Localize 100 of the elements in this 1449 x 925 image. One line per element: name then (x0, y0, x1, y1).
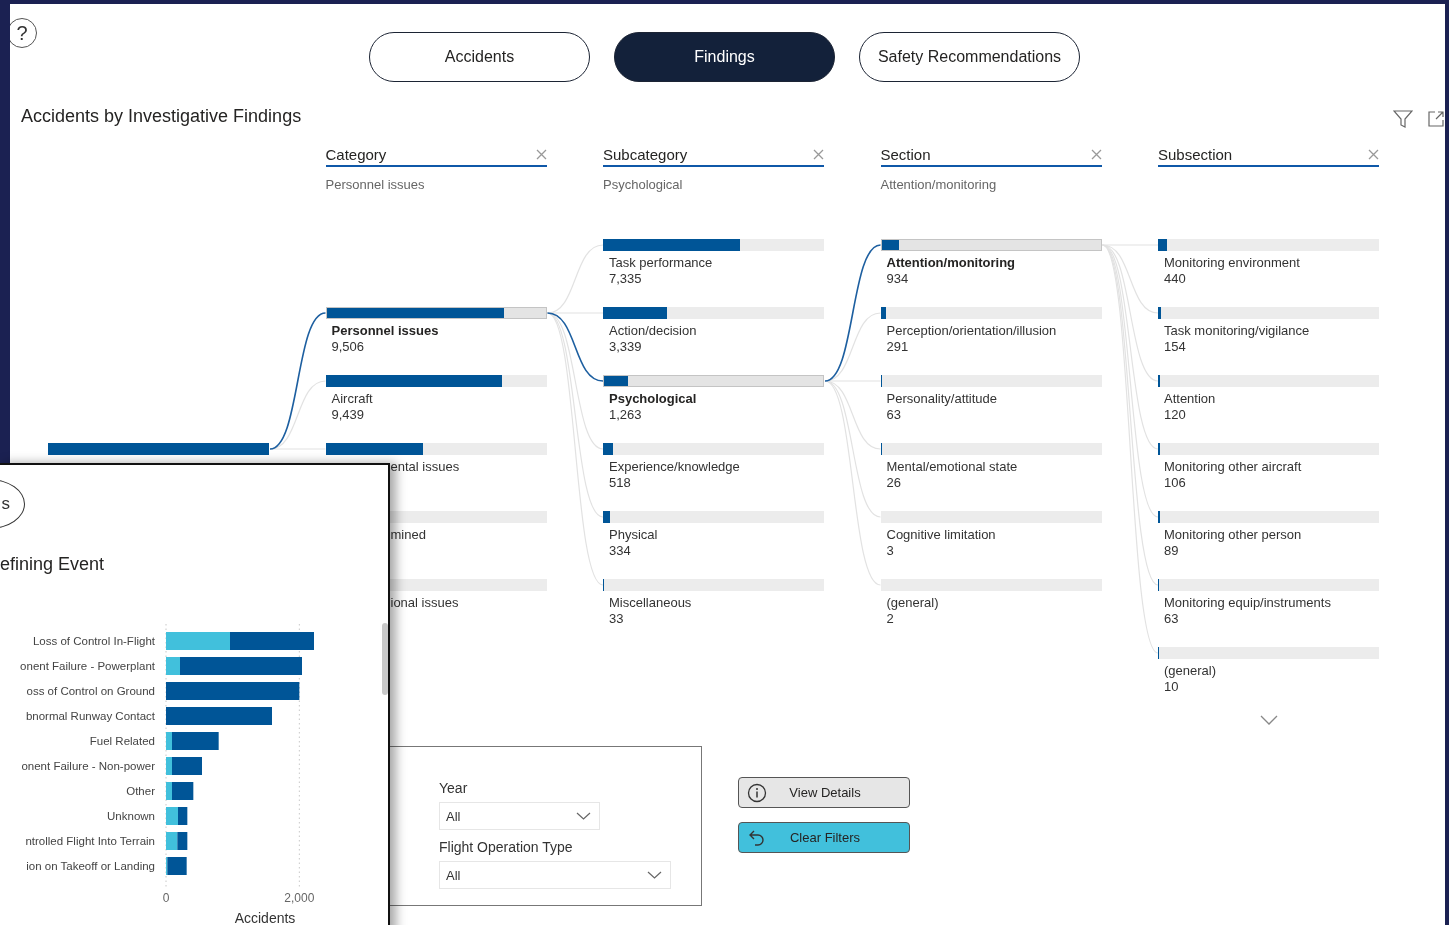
category-label: ntrolled Flight Into Terrain (25, 835, 155, 847)
node-value: 120 (1164, 407, 1186, 423)
category-label: Other (126, 785, 155, 797)
node-value: 63 (886, 407, 901, 423)
bar-track[interactable] (880, 239, 1102, 251)
node-value: 154 (1164, 339, 1186, 355)
node-label: ional issues (390, 595, 459, 611)
node-label: Personnel issues (331, 323, 439, 339)
bar-track[interactable] (1158, 511, 1379, 523)
visual-title: Accidents by Investigative Findings (21, 106, 302, 127)
bar-track[interactable] (880, 307, 1102, 319)
focus-mode-icon[interactable] (1427, 110, 1445, 128)
close-icon[interactable] (813, 149, 824, 160)
chevron-down-icon[interactable] (1259, 715, 1278, 725)
node-value: 518 (609, 475, 631, 491)
node-label: mined (390, 527, 426, 543)
action-button[interactable]: Clear Filters (738, 822, 910, 853)
node-label: Perception/orientation/illusion (886, 323, 1057, 339)
bar[interactable] (167, 857, 187, 875)
bar-track[interactable] (1158, 647, 1379, 659)
bar-track[interactable] (880, 511, 1102, 523)
info-icon (747, 782, 767, 803)
bar-track[interactable] (389, 579, 547, 591)
chevron-down-icon (647, 871, 662, 879)
level-header: Section (880, 146, 931, 163)
filter-icon[interactable] (1393, 110, 1413, 128)
close-icon[interactable] (535, 149, 547, 160)
node-label: Monitoring other aircraft (1164, 459, 1302, 475)
bar-track[interactable] (603, 511, 824, 523)
bar-track[interactable] (1158, 579, 1379, 591)
bar[interactable] (172, 732, 219, 750)
root-bar[interactable] (48, 443, 269, 455)
close-icon[interactable] (1368, 149, 1379, 160)
dropdown[interactable]: All (439, 861, 671, 889)
close-icon[interactable] (1090, 149, 1102, 160)
node-value: 9,439 (331, 407, 365, 423)
dropdown[interactable]: All (439, 802, 600, 830)
level-header: Subsection (1158, 146, 1233, 163)
bar[interactable] (172, 782, 194, 800)
bar[interactable] (177, 832, 188, 850)
bar-track[interactable] (603, 307, 824, 319)
category-label: onent Failure - Non-power (21, 760, 155, 772)
tab[interactable]: Safety Recommendations (859, 32, 1080, 82)
category-label: onent Failure - Powerplant (20, 660, 155, 672)
category-label: oss of Control on Ground (26, 685, 155, 697)
nav-button[interactable]: s (0, 479, 25, 529)
category-label: Fuel Related (89, 735, 155, 747)
bar-track[interactable] (603, 443, 824, 455)
node-label: Experience/knowledge (609, 459, 740, 475)
tab[interactable]: Findings (614, 32, 835, 82)
bar-track[interactable] (880, 375, 1102, 387)
node-value: 26 (886, 475, 901, 491)
node-value: 3 (886, 543, 894, 559)
node-label: Attention/monitoring (886, 255, 1016, 271)
bar-track[interactable] (389, 511, 547, 523)
filter-label: Flight Operation Type (439, 838, 573, 856)
bar-track[interactable] (1158, 239, 1379, 251)
scrollbar[interactable] (382, 623, 388, 695)
node-value: 334 (609, 543, 631, 559)
node-value: 291 (886, 339, 909, 355)
node-value: 63 (1164, 611, 1179, 627)
bar[interactable] (166, 832, 178, 850)
node-label: Task monitoring/vigilance (1164, 323, 1310, 339)
bar-track[interactable] (325, 307, 547, 319)
action-button[interactable]: View Details (738, 777, 910, 808)
bar-track[interactable] (603, 239, 824, 251)
tab[interactable]: Accidents (369, 32, 590, 82)
node-label: Cognitive limitation (886, 527, 996, 543)
bar-track[interactable] (1158, 443, 1379, 455)
level-filter: Personnel issues (325, 177, 425, 192)
bar-track[interactable] (603, 579, 824, 591)
category-label: Loss of Control In-Flight (32, 635, 155, 647)
node-label: Psychological (609, 391, 697, 407)
bar-track[interactable] (325, 443, 547, 455)
bar-track[interactable] (603, 375, 824, 387)
node-value: 33 (609, 611, 624, 627)
node-label: Monitoring environment (1164, 255, 1300, 271)
node-value: 3,339 (609, 339, 642, 355)
node-label: Mental/emotional state (886, 459, 1018, 475)
bar-track[interactable] (1158, 307, 1379, 319)
level-filter: Attention/monitoring (880, 177, 997, 192)
help-button[interactable]: ? (10, 18, 37, 48)
tick-label: 2,000 (284, 891, 315, 905)
node-label: Monitoring other person (1164, 527, 1302, 543)
node-value: 934 (886, 271, 909, 287)
node-label: Action/decision (609, 323, 697, 339)
bar-track[interactable] (1158, 375, 1379, 387)
bar-track[interactable] (880, 443, 1102, 455)
node-value: 89 (1164, 543, 1179, 559)
visual-title: efining Event (0, 554, 105, 575)
node-value: 7,335 (609, 271, 642, 287)
node-label: (general) (1164, 663, 1217, 679)
bar-track[interactable] (880, 579, 1102, 591)
bar[interactable] (178, 807, 188, 825)
node-label: Physical (609, 527, 658, 543)
bar-track[interactable] (325, 375, 547, 387)
node-value: 10 (1164, 679, 1179, 695)
node-label: Attention (1164, 391, 1216, 407)
category-label: ion on Takeoff or Landing (26, 860, 155, 872)
node-label: Personality/attitude (886, 391, 998, 407)
